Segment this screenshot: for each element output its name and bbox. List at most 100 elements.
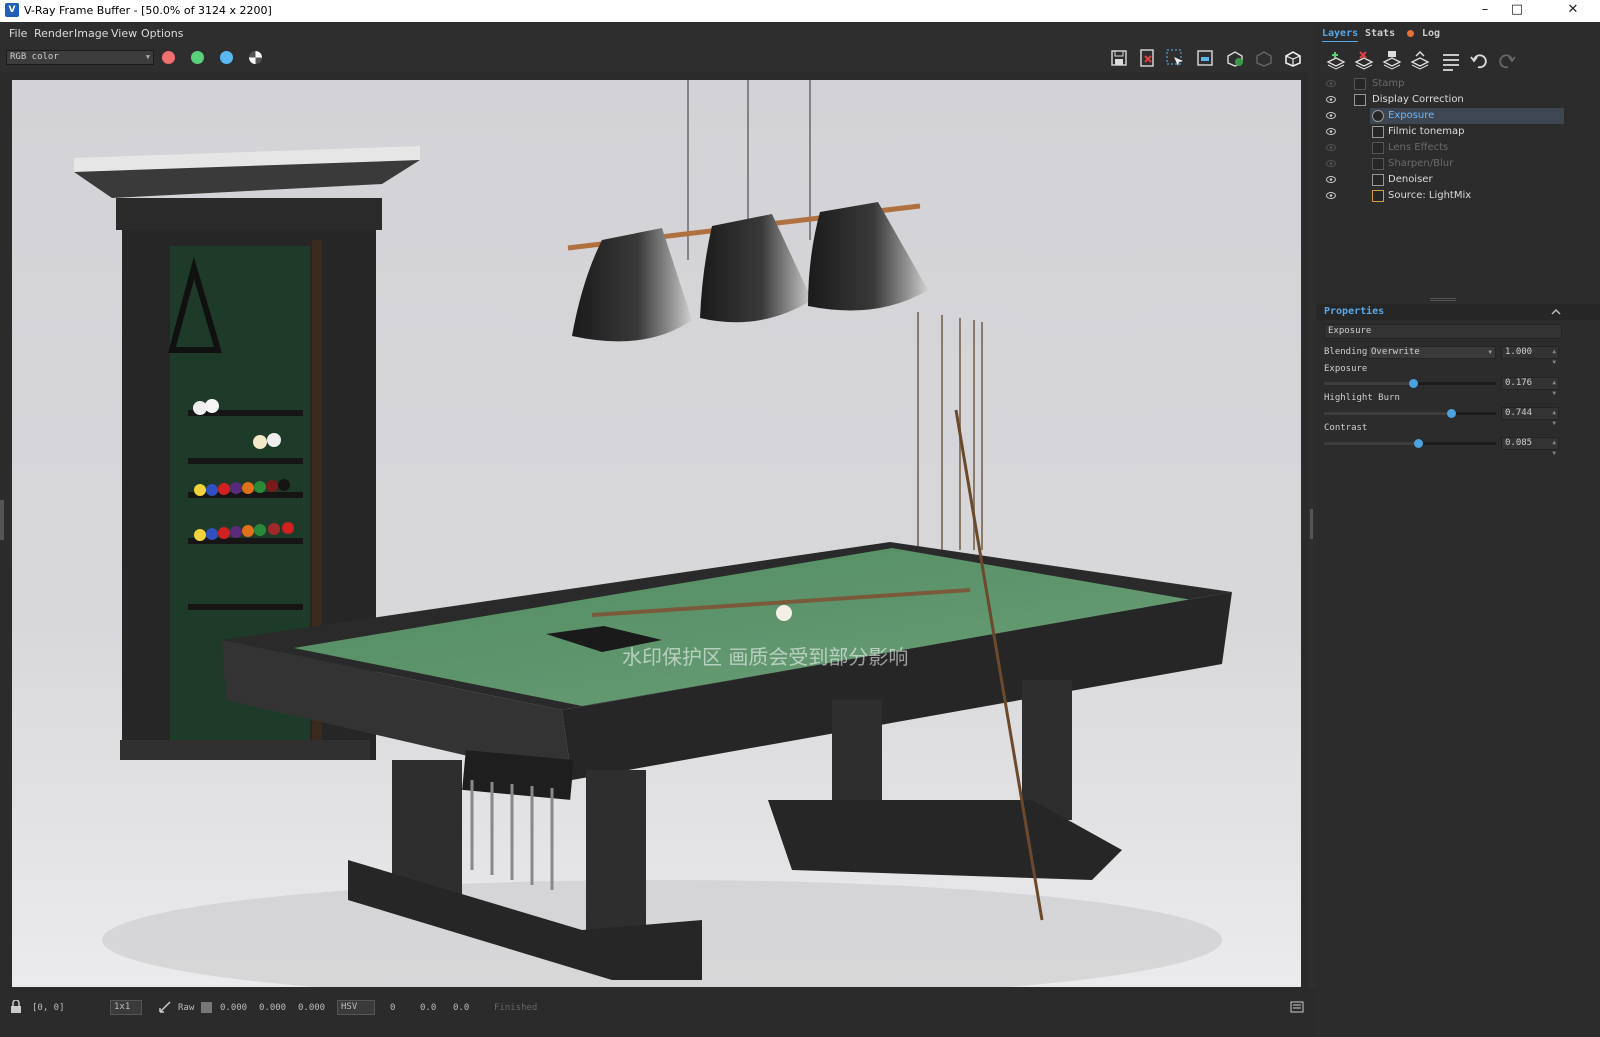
watermark-text: 水印保护区 画质会受到部分影响 xyxy=(622,645,908,669)
save-layers-icon[interactable] xyxy=(1381,50,1403,72)
highlight-burn-value-field[interactable]: 0.744 ▲ ▼ xyxy=(1501,407,1559,427)
layer-row-denoiser[interactable]: Denoiser xyxy=(1318,172,1564,188)
tonemap-icon xyxy=(1372,126,1384,138)
undo-icon[interactable] xyxy=(1468,50,1490,72)
raw-b-value: 0.000 xyxy=(298,1003,326,1013)
render-viewport[interactable]: 水印保护区 画质会受到部分影响 xyxy=(12,80,1301,987)
collapse-arrow-icon[interactable] xyxy=(1550,308,1562,317)
sharpen-blur-icon xyxy=(1372,158,1384,170)
contrast-value-field[interactable]: 0.085 ▲ ▼ xyxy=(1501,437,1559,457)
contrast-slider[interactable] xyxy=(1324,439,1496,448)
render-interactive-icon[interactable] xyxy=(1225,48,1245,68)
blending-mode-value: Overwrite xyxy=(1371,347,1420,357)
stamp-icon xyxy=(1354,78,1366,90)
sample-size-select[interactable]: 1x1 xyxy=(110,1000,142,1015)
highlight-burn-slider[interactable] xyxy=(1324,409,1496,418)
maximize-icon[interactable]: □ xyxy=(1494,0,1540,22)
layer-row-stamp[interactable]: Stamp xyxy=(1318,76,1564,92)
red-channel-button[interactable] xyxy=(162,51,175,64)
tab-stats[interactable]: Stats xyxy=(1365,28,1395,39)
clear-image-icon[interactable] xyxy=(1137,48,1157,68)
eye-icon[interactable] xyxy=(1326,96,1336,103)
eye-icon[interactable] xyxy=(1326,112,1336,119)
slider-handle[interactable] xyxy=(1447,409,1457,418)
layer-row-filmic-tonemap[interactable]: Filmic tonemap xyxy=(1318,124,1564,140)
raw-label: Raw xyxy=(178,1003,195,1013)
tab-log[interactable]: Log xyxy=(1422,28,1440,39)
exposure-label: Exposure xyxy=(1324,364,1368,374)
tab-layers[interactable]: Layers xyxy=(1322,28,1359,42)
layer-label: Filmic tonemap xyxy=(1388,126,1465,137)
contrast-label: Contrast xyxy=(1324,423,1368,433)
save-image-icon[interactable] xyxy=(1109,48,1129,68)
delete-layer-icon[interactable] xyxy=(1353,50,1375,72)
close-icon[interactable]: ✕ xyxy=(1550,0,1596,22)
right-panel: Layers Stats Log Stamp Display Correctio… xyxy=(1316,22,1600,1037)
layer-label: Source: LightMix xyxy=(1388,190,1472,201)
panel-splitter[interactable] xyxy=(1308,44,1316,990)
eye-icon[interactable] xyxy=(1326,144,1336,151)
lightmix-icon xyxy=(1372,190,1384,202)
menu-file[interactable]: File xyxy=(9,27,27,40)
eye-icon[interactable] xyxy=(1326,128,1336,135)
slider-handle[interactable] xyxy=(1409,379,1419,388)
layer-name-field[interactable]: Exposure xyxy=(1324,324,1562,339)
layer-row-display-correction[interactable]: Display Correction xyxy=(1318,92,1564,108)
alpha-channel-button[interactable] xyxy=(249,51,262,64)
render-icon[interactable] xyxy=(1283,48,1303,68)
properties-divider[interactable] xyxy=(1430,298,1456,301)
blending-mode-select[interactable]: Overwrite ▼ xyxy=(1368,346,1496,359)
channel-select-value: RGB color xyxy=(10,52,59,62)
vray-logo-icon: V xyxy=(5,3,19,17)
channel-select[interactable]: RGB color ▼ xyxy=(6,50,154,65)
eye-icon[interactable] xyxy=(1326,80,1336,87)
layer-label: Stamp xyxy=(1372,78,1405,89)
slider-handle[interactable] xyxy=(1413,439,1423,448)
lock-icon[interactable] xyxy=(10,1000,22,1014)
load-layers-icon[interactable] xyxy=(1409,50,1431,72)
eye-icon[interactable] xyxy=(1326,160,1336,167)
exposure-value-field[interactable]: 0.176 ▲ ▼ xyxy=(1501,377,1559,397)
sample-size-value: 1x1 xyxy=(114,1002,131,1012)
exposure-icon xyxy=(1372,110,1384,122)
menu-options[interactable]: Options xyxy=(141,27,183,40)
menu-render[interactable]: Render xyxy=(34,27,73,40)
layer-list-icon[interactable] xyxy=(1440,50,1462,72)
layer-row-lens-effects[interactable]: Lens Effects xyxy=(1318,140,1564,156)
eye-icon[interactable] xyxy=(1326,176,1336,183)
raw-r-value: 0.000 xyxy=(220,1003,248,1013)
highlight-burn-label: Highlight Burn xyxy=(1324,393,1400,403)
color-mode-value: HSV xyxy=(341,1002,358,1012)
stop-render-icon[interactable] xyxy=(1254,48,1274,68)
color-mode-select[interactable]: HSV xyxy=(337,1000,375,1015)
blue-channel-button[interactable] xyxy=(220,51,233,64)
hsv-s-value: 0.0 xyxy=(420,1003,437,1013)
redo-icon[interactable] xyxy=(1496,50,1518,72)
exposure-slider[interactable] xyxy=(1324,379,1496,388)
hsv-v-value: 0.0 xyxy=(453,1003,470,1013)
green-channel-button[interactable] xyxy=(191,51,204,64)
chevron-down-icon: ▼ xyxy=(1488,349,1492,356)
history-icon[interactable] xyxy=(1290,1000,1304,1014)
denoiser-icon xyxy=(1372,174,1384,186)
region-render-icon[interactable] xyxy=(1165,48,1185,68)
menu-view[interactable]: View xyxy=(111,27,137,40)
color-picker-icon[interactable] xyxy=(158,1000,172,1014)
eye-icon[interactable] xyxy=(1326,192,1336,199)
left-panel-grip[interactable] xyxy=(0,500,4,540)
window-title: V-Ray Frame Buffer - [50.0% of 3124 x 22… xyxy=(24,4,272,17)
layer-label: Display Correction xyxy=(1372,94,1464,105)
blending-value-field[interactable]: 1.000 ▲ ▼ xyxy=(1501,346,1559,366)
track-mouse-icon[interactable] xyxy=(1195,48,1215,68)
layer-label: Sharpen/Blur xyxy=(1388,158,1454,169)
main-toolbar: RGB color ▼ xyxy=(0,44,1316,72)
properties-title: Properties xyxy=(1324,306,1385,317)
render-image: 水印保护区 画质会受到部分影响 xyxy=(12,80,1301,987)
layer-row-source-lightmix[interactable]: Source: LightMix xyxy=(1318,188,1564,204)
create-layer-icon[interactable] xyxy=(1325,50,1347,72)
menu-image[interactable]: Image xyxy=(74,27,108,40)
layer-row-sharpen-blur[interactable]: Sharpen/Blur xyxy=(1318,156,1564,172)
render-status: Finished xyxy=(494,1003,538,1013)
layer-row-exposure[interactable]: Exposure xyxy=(1318,108,1564,124)
status-bar: [0, 0] 1x1 Raw 0.000 0.000 0.000 HSV 0 0… xyxy=(0,992,1316,1037)
